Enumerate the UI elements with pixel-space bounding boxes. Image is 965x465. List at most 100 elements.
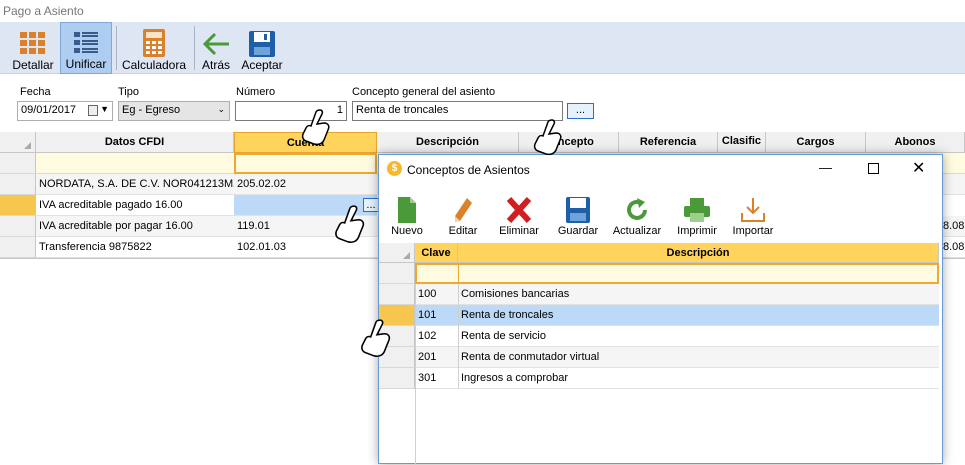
row-indicator[interactable] [379, 284, 415, 305]
hand-pointer-icon [533, 119, 562, 156]
toolbar-separator [194, 26, 195, 70]
fecha-input[interactable]: 09/01/2017 ▼ [17, 101, 113, 121]
minimize-icon[interactable]: — [819, 160, 832, 175]
cell-descripcion: Comisiones bancarias [461, 288, 570, 300]
cell-datos-cfdi[interactable]: Transferencia 9875822 [36, 237, 234, 258]
cell-abonos[interactable]: 8.08 [940, 237, 965, 258]
cell-descripcion: Renta de conmutador virtual [461, 351, 600, 363]
header-abonos[interactable]: Abonos [866, 132, 965, 153]
dialog-filter-row[interactable] [415, 263, 939, 284]
grid-corner [0, 132, 36, 153]
header-clave[interactable]: Clave [415, 243, 458, 263]
concepto-lookup-button[interactable]: ... [567, 103, 594, 119]
row-indicator[interactable] [0, 174, 36, 195]
hand-pointer-icon [335, 205, 365, 243]
cell-clave: 102 [418, 330, 437, 342]
grid-detail-icon [20, 32, 45, 54]
actualizar-label: Actualizar [612, 225, 662, 237]
cell-datos-cfdi[interactable]: NORDATA, S.A. DE C.V. NOR041213MX4 [36, 174, 234, 195]
filter-row-indicator [379, 263, 415, 284]
cell-clave: 100 [418, 288, 437, 300]
cell-abonos[interactable]: 8.08 [940, 216, 965, 237]
importar-label: Importar [732, 225, 774, 237]
row-indicator[interactable] [0, 216, 36, 237]
dialog-grid-corner [379, 243, 415, 263]
tipo-value: Eg - Egreso [122, 104, 181, 116]
header-descripcion[interactable]: Descripción [458, 243, 939, 263]
corner-triangle-icon [24, 142, 31, 149]
hand-pointer-icon [301, 109, 330, 146]
cell-datos-cfdi[interactable]: IVA acreditable por pagar 16.00 [36, 216, 234, 237]
cell-descripcion: Renta de troncales [461, 309, 554, 321]
imprimir-label: Imprimir [677, 225, 717, 237]
imprimir-button[interactable]: Imprimir [673, 191, 721, 237]
cell-clave: 301 [418, 372, 437, 384]
unificar-label: Unificar [65, 57, 107, 71]
header-datos-cfdi[interactable]: Datos CFDI [36, 132, 234, 153]
editar-button[interactable]: Editar [443, 191, 483, 237]
concepto-value: Renta de troncales [356, 104, 449, 116]
eliminar-button[interactable]: Eliminar [495, 191, 543, 237]
maximize-icon[interactable] [868, 163, 879, 174]
nuevo-label: Nuevo [391, 225, 423, 237]
window-title: Pago a Asiento [3, 4, 84, 18]
chevron-down-icon: ⌄ [217, 104, 225, 114]
unificar-button[interactable]: Unificar [60, 22, 112, 74]
header-referencia[interactable]: Referencia [619, 132, 718, 153]
hand-pointer-icon [361, 319, 391, 357]
dialog-title: Conceptos de Asientos [407, 163, 530, 177]
list-item[interactable]: 301 Ingresos a comprobar [415, 368, 939, 389]
importar-button[interactable]: Importar [729, 191, 777, 237]
calendar-icon[interactable] [88, 105, 98, 116]
aceptar-label: Aceptar [241, 58, 283, 72]
list-item[interactable]: 102 Renta de servicio [415, 326, 939, 347]
header-clasific[interactable]: Clasific [718, 132, 766, 153]
header-cargos[interactable]: Cargos [766, 132, 866, 153]
fecha-value: 09/01/2017 [21, 104, 77, 116]
cell-datos-cfdi[interactable]: IVA acreditable pagado 16.00 [36, 195, 234, 216]
actualizar-button[interactable]: Actualizar [611, 191, 663, 237]
detallar-label: Detallar [12, 58, 54, 72]
close-icon[interactable]: ✕ [912, 158, 925, 178]
atras-label: Atrás [201, 58, 230, 72]
calculadora-button[interactable]: Calculadora [120, 22, 188, 74]
cell-descripcion: Ingresos a comprobar [461, 372, 568, 384]
refresh-icon [627, 198, 647, 220]
column-divider [415, 284, 416, 389]
cell-clave: 101 [418, 309, 437, 321]
row-indicator[interactable] [379, 368, 415, 389]
calculator-icon [143, 29, 165, 57]
list-item-selected[interactable]: 101 Renta de troncales [415, 305, 939, 326]
aceptar-button[interactable]: Aceptar [238, 22, 286, 74]
editar-label: Editar [448, 225, 478, 237]
fecha-label: Fecha [20, 86, 51, 98]
conceptos-dialog: $ Conceptos de Asientos — ✕ Nuevo Editar… [378, 154, 943, 465]
column-divider [458, 284, 459, 389]
tipo-select[interactable]: Eg - Egreso ⌄ [118, 101, 230, 121]
list-item[interactable]: 201 Renta de conmutador virtual [415, 347, 939, 368]
filter-cell-cuenta[interactable] [234, 153, 377, 174]
printer-icon [684, 198, 710, 222]
guardar-button[interactable]: Guardar [555, 191, 601, 237]
cell-clave: 201 [418, 351, 437, 363]
filter-row-indicator [0, 153, 36, 174]
eliminar-label: Eliminar [499, 225, 539, 237]
chevron-down-icon[interactable]: ▼ [100, 104, 109, 114]
numero-value: 1 [336, 104, 343, 116]
list-item[interactable]: 100 Comisiones bancarias [415, 284, 939, 305]
guardar-label: Guardar [557, 225, 599, 237]
save-disk-icon [566, 197, 590, 223]
save-disk-icon [249, 31, 275, 57]
concepto-label: Concepto general del asiento [352, 86, 496, 98]
row-indicator-current[interactable] [0, 195, 36, 216]
atras-button[interactable]: Atrás [198, 22, 234, 74]
header-descripcion[interactable]: Descripción [377, 132, 519, 153]
calculadora-label: Calculadora [121, 58, 187, 72]
main-toolbar: Detallar Unificar Calculadora Atrás Acep… [0, 22, 965, 74]
detallar-button[interactable]: Detallar [8, 22, 58, 74]
row-indicator[interactable] [0, 237, 36, 258]
cell-descripcion: Renta de servicio [461, 330, 546, 342]
nuevo-button[interactable]: Nuevo [387, 191, 427, 237]
numero-label: Número [236, 86, 276, 98]
app-coin-icon: $ [387, 161, 402, 176]
